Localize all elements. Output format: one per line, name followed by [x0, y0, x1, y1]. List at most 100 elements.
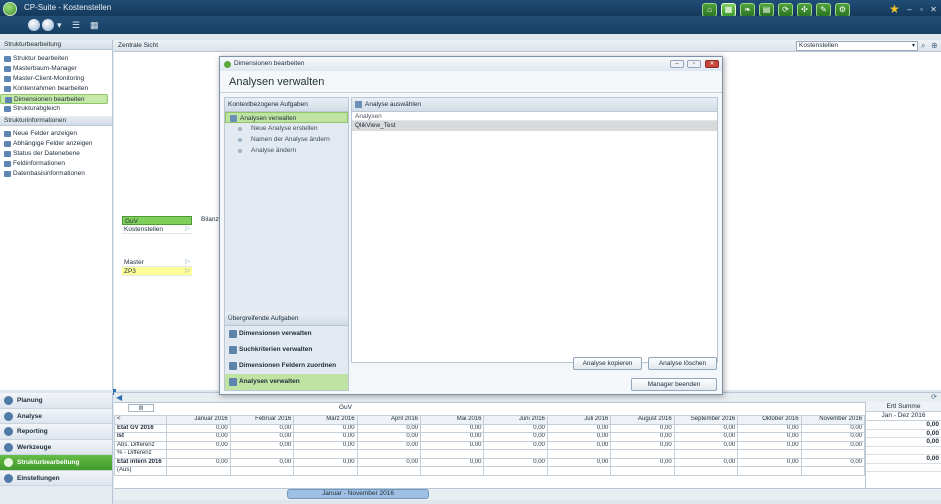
table-cell[interactable] — [420, 466, 485, 476]
table-cell[interactable]: 0,00 — [166, 423, 231, 433]
sidebar-item-feldinfo[interactable]: Feldinformationen — [0, 159, 112, 169]
table-cell[interactable] — [166, 449, 231, 459]
refresh-icon[interactable]: ⟳ — [931, 393, 937, 401]
delete-analysis-button[interactable]: Analyse löschen — [648, 357, 717, 370]
minimize-icon[interactable]: – — [904, 4, 915, 15]
table-cell[interactable]: 0,00 — [610, 432, 675, 442]
edit-icon[interactable]: ✎ — [816, 3, 831, 17]
table-cell[interactable]: 0,00 — [356, 440, 422, 450]
table-cell[interactable]: 0,00 — [293, 457, 358, 467]
table-cell[interactable]: 0,00 — [293, 432, 358, 442]
table-cell[interactable]: 0,00 — [293, 423, 358, 433]
search-icon[interactable]: ⌕ — [921, 41, 925, 51]
sidebar-item-status[interactable]: Status der Datenebene — [0, 149, 112, 159]
refresh-icon[interactable]: ⟳ — [778, 3, 793, 17]
table-cell[interactable] — [483, 466, 548, 476]
nav-reporting[interactable]: Reporting — [0, 424, 112, 440]
table-cell[interactable]: 0,00 — [800, 440, 866, 450]
grid-icon[interactable]: ▦ — [90, 19, 99, 31]
sidebar-item-datenbasis[interactable]: Datenbasisinformationen — [0, 169, 112, 179]
leaf-icon[interactable]: ❧ — [740, 3, 755, 17]
back-icon[interactable] — [28, 19, 40, 31]
minimize-icon[interactable]: – — [670, 60, 684, 68]
table-cell[interactable] — [229, 466, 295, 476]
tree-icon[interactable]: ▦ — [721, 3, 736, 17]
table-cell[interactable]: 0,00 — [483, 457, 548, 467]
task-analysen-verwalten[interactable]: Analysen verwalten — [225, 112, 348, 123]
tree-node-kostenstellen[interactable]: Kostenstellen ▷ — [122, 225, 192, 234]
table-cell[interactable] — [800, 466, 866, 476]
table-cell[interactable]: 0,00 — [483, 440, 548, 450]
global-suchkriterien[interactable]: Suchkriterien verwalten — [225, 342, 348, 358]
period-selector[interactable]: Januar - November 2016 — [287, 489, 429, 499]
collapse-icon[interactable]: ◀ — [116, 393, 122, 402]
task-namen-aendern[interactable]: Namen der Analyse ändern — [225, 134, 348, 145]
table-cell[interactable]: 0,00 — [673, 423, 739, 433]
table-cell[interactable] — [293, 449, 358, 459]
copy-analysis-button[interactable]: Analyse kopieren — [573, 357, 642, 370]
table-cell[interactable]: 0,00 — [293, 440, 358, 450]
sidebar-item-monitoring[interactable]: Master-Client-Monitoring — [0, 74, 112, 84]
table-cell[interactable] — [737, 449, 802, 459]
dimension-combo[interactable]: Kostenstellen ▾ — [796, 41, 918, 51]
table-cell[interactable] — [673, 449, 739, 459]
list-icon[interactable]: ☰ — [72, 19, 80, 31]
close-icon[interactable]: ✕ — [928, 4, 939, 15]
table-cell[interactable]: 0,00 — [229, 432, 295, 442]
table-cell[interactable] — [610, 449, 675, 459]
dropdown-icon[interactable]: ▾ — [57, 19, 62, 31]
table-cell[interactable]: 0,00 — [483, 423, 548, 433]
table-cell[interactable]: 0,00 — [546, 423, 612, 433]
table-cell[interactable]: 0,00 — [546, 432, 612, 442]
table-cell[interactable] — [546, 449, 612, 459]
table-cell[interactable]: 0,00 — [737, 423, 802, 433]
tree-node-zp3[interactable]: ZP3 ▷ — [122, 267, 192, 276]
horizontal-scrollbar[interactable] — [114, 488, 941, 500]
star-icon[interactable]: ★ — [889, 2, 900, 16]
global-zuordnen[interactable]: Dimensionen Feldern zuordnen — [225, 358, 348, 374]
home-icon[interactable]: ⌂ — [702, 3, 717, 17]
table-cell[interactable]: 0,00 — [800, 457, 866, 467]
table-cell[interactable]: 0,00 — [610, 457, 675, 467]
table-cell[interactable] — [356, 449, 422, 459]
table-cell[interactable]: 0,00 — [800, 432, 866, 442]
table-cell[interactable]: 0,00 — [166, 432, 231, 442]
close-manager-button[interactable]: Manager beenden — [631, 378, 717, 391]
table-cell[interactable]: 0,00 — [546, 440, 612, 450]
table-cell[interactable] — [356, 466, 422, 476]
table-cell[interactable]: 0,00 — [166, 440, 231, 450]
table-cell[interactable]: 0,00 — [673, 440, 739, 450]
table-cell[interactable]: 0,00 — [546, 457, 612, 467]
table-cell[interactable] — [293, 466, 358, 476]
sidebar-item-strukturabgleich[interactable]: Strukturabgleich — [0, 104, 112, 114]
table-cell[interactable]: 0,00 — [420, 423, 485, 433]
gear-icon[interactable]: ⚙ — [835, 3, 850, 17]
nav-planung[interactable]: Planung — [0, 393, 112, 409]
table-cell[interactable]: 0,00 — [737, 432, 802, 442]
forward-icon[interactable] — [42, 19, 54, 31]
table-cell[interactable] — [420, 449, 485, 459]
table-cell[interactable]: 0,00 — [610, 440, 675, 450]
table-cell[interactable] — [483, 449, 548, 459]
tree-node-guv[interactable]: GuV — [122, 216, 192, 225]
nav-einstellungen[interactable]: Einstellungen — [0, 470, 112, 486]
global-dimensionen[interactable]: Dimensionen verwalten — [225, 326, 348, 342]
nav-werkzeuge[interactable]: Werkzeuge — [0, 439, 112, 455]
table-cell[interactable]: 0,00 — [420, 432, 485, 442]
grid-filter-box[interactable]: ▥ — [128, 404, 154, 412]
task-neue-analyse[interactable]: Neue Analyse erstellen — [225, 123, 348, 134]
table-cell[interactable] — [546, 466, 612, 476]
restore-icon[interactable]: ▫ — [687, 60, 701, 68]
table-cell[interactable]: 0,00 — [166, 457, 231, 467]
close-icon[interactable]: ✕ — [705, 60, 719, 68]
tree-node-master[interactable]: Master ▷ — [122, 258, 192, 267]
restore-icon[interactable]: ▫ — [916, 4, 927, 15]
table-cell[interactable]: 0,00 — [356, 432, 422, 442]
sidebar-item-masterbaum[interactable]: Masterbaum-Manager — [0, 64, 112, 74]
book-icon[interactable]: ▤ — [759, 3, 774, 17]
table-cell[interactable]: 0,00 — [800, 423, 866, 433]
sidebar-item-abhaengige[interactable]: Abhängige Felder anzeigen — [0, 139, 112, 149]
network-icon[interactable]: ✣ — [797, 3, 812, 17]
sidebar-item-neue-felder[interactable]: Neue Felder anzeigen — [0, 129, 112, 139]
table-cell[interactable]: 0,00 — [483, 432, 548, 442]
